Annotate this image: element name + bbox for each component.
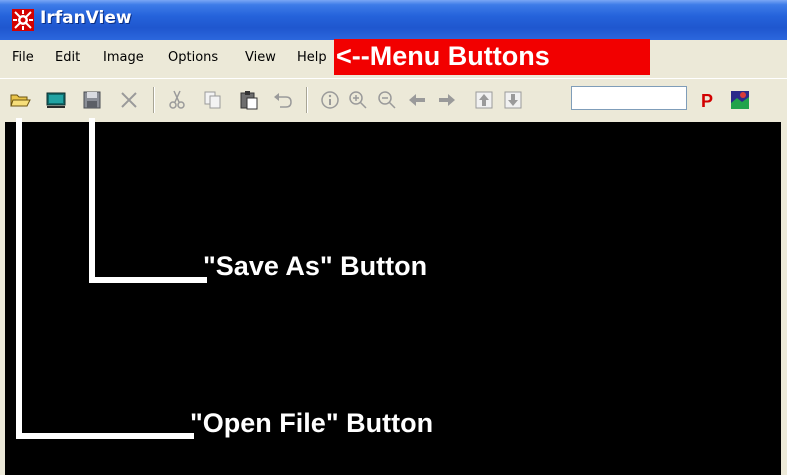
copy-icon	[204, 91, 221, 109]
menu-help[interactable]: Help	[297, 50, 327, 65]
zoom-out-button[interactable]	[375, 88, 399, 112]
first-icon	[475, 91, 493, 109]
toolbar-separator	[306, 87, 308, 113]
copy-button[interactable]	[201, 88, 225, 112]
save-as-callout-line	[89, 118, 95, 283]
slideshow-button[interactable]	[44, 88, 68, 112]
open-file-callout-line	[16, 118, 22, 439]
first-file-button[interactable]	[472, 88, 496, 112]
undo-button[interactable]	[271, 88, 295, 112]
open-file-icon	[10, 94, 31, 107]
save-as-annotation: "Save As" Button	[203, 251, 428, 281]
menu-buttons-annotation: <--Menu Buttons	[334, 39, 650, 75]
save-as-button[interactable]	[80, 88, 104, 112]
about-icon	[731, 91, 749, 109]
paste-icon	[240, 91, 258, 110]
previous-file-button[interactable]	[405, 88, 429, 112]
menu-view[interactable]: View	[245, 50, 276, 65]
next-file-button[interactable]	[435, 88, 459, 112]
menu-file[interactable]: File	[12, 50, 34, 65]
zoom-out-icon	[378, 91, 396, 109]
previous-icon	[409, 94, 425, 106]
delete-icon	[121, 92, 137, 108]
about-button[interactable]	[728, 88, 752, 112]
print-icon: P	[701, 91, 713, 111]
slideshow-icon	[46, 92, 66, 108]
zoom-in-icon	[349, 91, 367, 109]
delete-button[interactable]	[117, 88, 141, 112]
last-icon	[504, 91, 522, 109]
last-file-button[interactable]	[501, 88, 525, 112]
title-bar[interactable]: IrfanView	[0, 0, 787, 40]
info-icon	[321, 91, 339, 109]
print-button[interactable]: P	[696, 88, 720, 112]
save-as-callout-line	[89, 277, 207, 283]
zoom-in-button[interactable]	[346, 88, 370, 112]
open-file-annotation: "Open File" Button	[190, 408, 434, 438]
paste-button[interactable]	[237, 88, 261, 112]
menu-image[interactable]: Image	[103, 50, 144, 65]
open-file-button[interactable]	[8, 88, 32, 112]
menu-buttons-annotation-text: <--Menu Buttons	[336, 41, 550, 71]
irfanview-window: IrfanView File Edit Image Options View H…	[0, 0, 787, 475]
undo-icon	[274, 93, 292, 108]
save-icon	[83, 91, 101, 109]
info-button[interactable]	[318, 88, 342, 112]
page-number-input[interactable]	[571, 86, 687, 110]
toolbar-separator	[153, 87, 155, 113]
menu-options[interactable]: Options	[168, 50, 218, 65]
menu-edit[interactable]: Edit	[55, 50, 80, 65]
next-icon	[439, 94, 455, 106]
open-file-callout-line	[16, 433, 194, 439]
cut-icon	[169, 90, 185, 109]
svg-text:P: P	[701, 91, 713, 111]
window-title: IrfanView	[40, 8, 132, 28]
irfanview-app-icon	[12, 9, 34, 31]
cut-button[interactable]	[165, 88, 189, 112]
